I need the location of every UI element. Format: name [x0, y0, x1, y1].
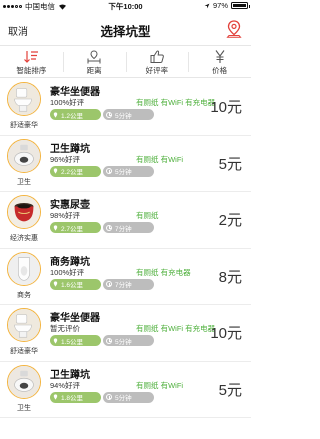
distance-pin-icon	[53, 394, 58, 400]
distance-pin-icon	[53, 168, 58, 174]
time-text: 7分钟	[115, 225, 132, 233]
listing-row[interactable]: 卫生 卫生蹲坑 96%好评 2.2公里 5分钟 有厕纸 有WiFi 5元	[0, 136, 251, 192]
listing-thumbnail	[7, 251, 41, 286]
sort-bar: 智能排序 距离 好评率 价格	[0, 45, 251, 78]
rating-text: 100%好评	[50, 267, 85, 277]
distance-pin-icon	[53, 281, 58, 287]
listing-list: 舒适豪华 豪华坐便器 100%好评 1.2公里 5分钟 有厕纸 有WiFi 有充…	[0, 79, 251, 418]
price-text: 5元	[218, 381, 242, 399]
price-text: 10元	[210, 325, 242, 342]
rating-text: 94%好评	[50, 380, 81, 390]
distance-pin-icon	[53, 224, 58, 231]
time-badge: 5分钟	[103, 335, 154, 346]
clock-icon	[106, 337, 112, 344]
sort-tab-rating[interactable]: 好评率	[125, 46, 189, 77]
sort-tab-label: 智能排序	[16, 66, 47, 75]
amenities-text: 有厕纸	[136, 211, 159, 220]
listing-title: 卫生蹲坑	[50, 143, 90, 155]
sort-tab-price[interactable]: 价格	[188, 46, 251, 77]
rating-text: 96%好评	[50, 154, 81, 164]
battery-icon	[231, 2, 250, 9]
location-arrow-icon	[204, 3, 210, 8]
distance-text: 1.2公里	[61, 112, 84, 120]
distance-badge: 1.6公里	[50, 278, 101, 290]
category-label: 卫生	[17, 178, 31, 186]
distance-text: 1.5公里	[61, 338, 84, 346]
distance-icon	[87, 50, 101, 64]
listing-row[interactable]: 经济实惠 实惠尿壶 98%好评 2.7公里 7分钟 有厕纸 2元	[0, 192, 251, 249]
amenities-text: 有厕纸 有WiFi 有充电器	[136, 98, 216, 107]
price-text: 8元	[218, 268, 242, 286]
listing-thumbnail	[7, 195, 41, 229]
sort-tab-label: 价格	[212, 66, 228, 75]
distance-badge: 1.8公里	[50, 391, 101, 403]
distance-pin-icon	[53, 337, 58, 344]
time-badge: 7分钟	[103, 278, 154, 290]
status-bar: 中国电信 下午10:00 97%	[0, 0, 251, 12]
rating-text: 暂无评价	[50, 324, 80, 333]
listing-thumbnail	[7, 82, 41, 116]
category-label: 经济实惠	[10, 235, 38, 242]
rating-text: 98%好评	[50, 211, 81, 220]
listing-thumbnail	[7, 138, 41, 173]
listing-title: 实惠尿壶	[50, 200, 90, 211]
listing-thumbnail	[7, 364, 41, 399]
battery-percent: 97%	[212, 1, 228, 10]
listing-row[interactable]: 舒适豪华 豪华坐便器 暂无评价 1.5公里 5分钟 有厕纸 有WiFi 有充电器…	[0, 305, 251, 362]
time-text: 5分钟	[115, 338, 132, 346]
amenities-text: 有厕纸 有WiFi	[136, 380, 184, 390]
amenities-text: 有厕纸 有WiFi	[136, 154, 184, 164]
listing-row[interactable]: 商务 商务蹲坑 100%好评 1.6公里 7分钟 有厕纸 有充电器 8元	[0, 249, 251, 305]
yen-icon	[215, 50, 225, 63]
clock-icon	[106, 224, 112, 231]
time-text: 7分钟	[115, 282, 132, 289]
sort-tab-distance[interactable]: 距离	[62, 46, 126, 77]
listing-title: 豪华坐便器	[50, 313, 100, 324]
time-badge: 5分钟	[103, 165, 154, 177]
sort-tab-label: 距离	[86, 66, 102, 75]
page-title: 选择坑型	[100, 25, 151, 39]
sort-tab-smart[interactable]: 智能排序	[0, 46, 63, 77]
amenities-text: 有厕纸 有WiFi 有充电器	[136, 324, 216, 333]
distance-text: 2.7公里	[61, 225, 84, 233]
time-badge: 5分钟	[103, 109, 154, 120]
listing-title: 卫生蹲坑	[50, 369, 90, 381]
thumbs-up-icon	[150, 50, 164, 63]
distance-badge: 2.2公里	[50, 165, 101, 177]
distance-text: 1.8公里	[61, 395, 84, 402]
location-pin-icon[interactable]	[226, 20, 242, 38]
time-text: 5分钟	[115, 395, 132, 402]
listing-title: 豪华坐便器	[50, 87, 100, 98]
price-text: 5元	[218, 155, 242, 173]
price-text: 10元	[210, 99, 242, 116]
distance-badge: 2.7公里	[50, 222, 101, 233]
listing-row[interactable]: 卫生 卫生蹲坑 94%好评 1.8公里 5分钟 有厕纸 有WiFi 5元	[0, 362, 251, 418]
category-label: 卫生	[17, 404, 31, 412]
listing-title: 商务蹲坑	[50, 256, 90, 268]
time-text: 5分钟	[115, 169, 132, 176]
time-badge: 7分钟	[103, 222, 154, 233]
distance-badge: 1.5公里	[50, 335, 101, 346]
amenities-text: 有厕纸 有充电器	[136, 267, 191, 277]
distance-text: 2.2公里	[61, 169, 84, 176]
distance-text: 1.6公里	[61, 282, 84, 289]
distance-pin-icon	[53, 111, 58, 118]
time-badge: 5分钟	[103, 391, 154, 403]
price-text: 2元	[218, 212, 242, 229]
distance-badge: 1.2公里	[50, 109, 101, 120]
category-label: 舒适豪华	[10, 122, 38, 129]
clock-icon	[106, 394, 112, 400]
nav-bar: 取消 选择坑型	[0, 13, 251, 44]
listing-thumbnail	[7, 308, 41, 342]
category-label: 舒适豪华	[10, 348, 38, 355]
category-label: 商务	[17, 291, 31, 299]
time-text: 5分钟	[115, 112, 132, 120]
clock-icon	[106, 168, 112, 174]
sort-icon	[24, 51, 39, 63]
clock-icon	[106, 111, 112, 118]
rating-text: 100%好评	[50, 98, 85, 107]
sort-tab-label: 好评率	[145, 66, 169, 75]
clock-icon	[106, 281, 112, 287]
listing-row[interactable]: 舒适豪华 豪华坐便器 100%好评 1.2公里 5分钟 有厕纸 有WiFi 有充…	[0, 79, 251, 136]
